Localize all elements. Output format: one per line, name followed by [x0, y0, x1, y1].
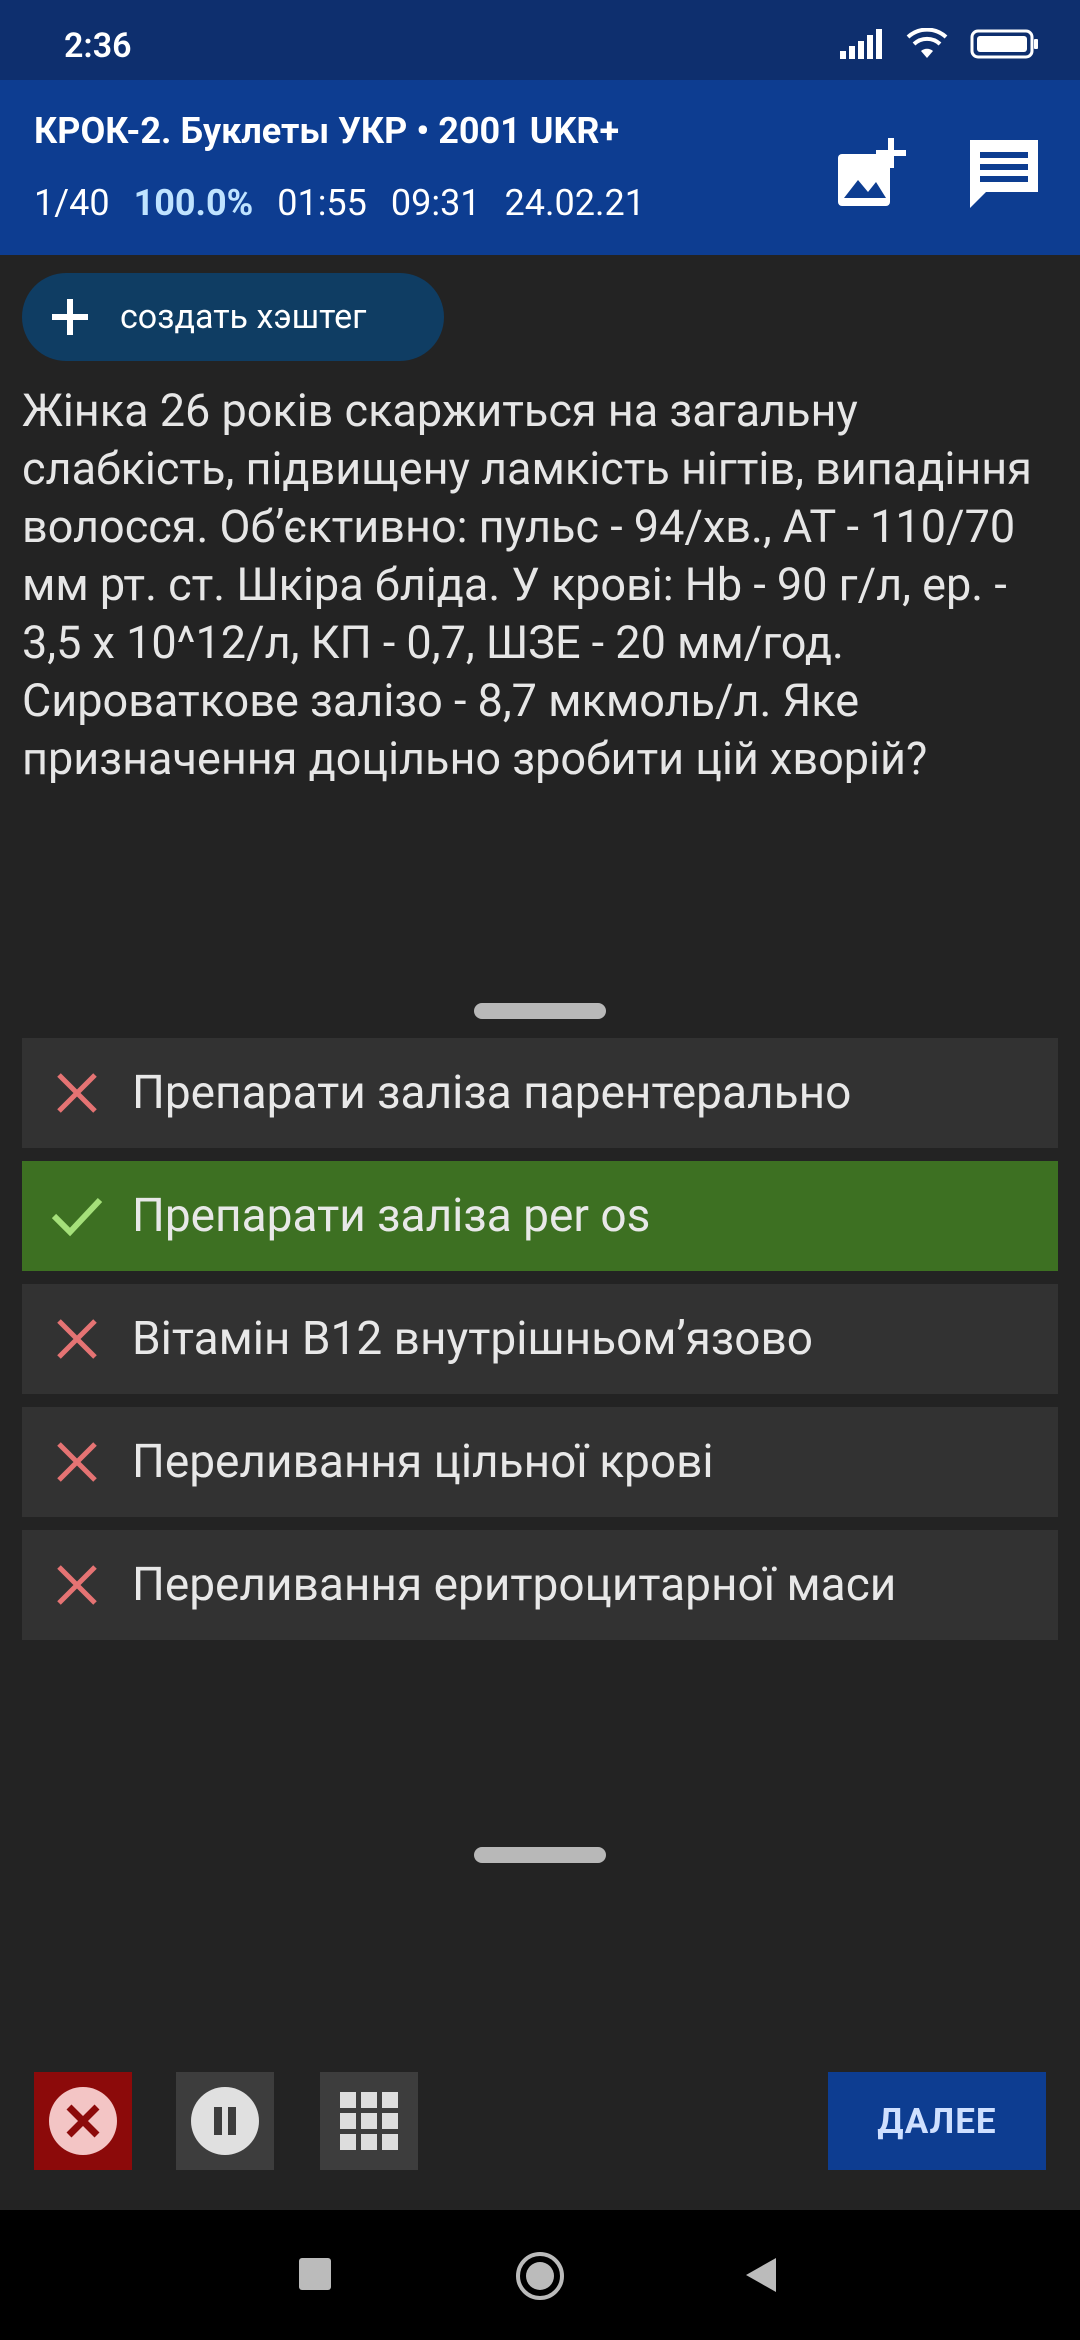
status-bar: 2:36 — [0, 0, 1080, 80]
home-icon[interactable] — [514, 2250, 566, 2302]
status-time: 2:36 — [64, 26, 132, 66]
app-header: КРОК-2. Буклеты УКР • 2001 UKR+ 1/40 100… — [0, 80, 1080, 255]
exit-button[interactable] — [34, 2072, 132, 2170]
pause-icon — [191, 2087, 259, 2155]
wrong-mark — [22, 1038, 132, 1148]
battery-icon — [970, 29, 1038, 59]
answer-option[interactable]: Вітамін В12 внутрішньом’язово — [22, 1284, 1058, 1394]
total-timer: 09:31 — [390, 182, 481, 224]
plus-icon — [52, 299, 88, 335]
question-text: Жінка 26 років скаржиться на загальну сл… — [22, 384, 1032, 785]
close-icon — [57, 1319, 97, 1359]
comment-icon — [970, 140, 1038, 208]
create-hashtag-label: создать хэштег — [120, 297, 367, 337]
answer-option[interactable]: Препарати заліза парентерально — [22, 1038, 1058, 1148]
system-nav-bar — [0, 2210, 1080, 2340]
drag-handle-top[interactable] — [474, 1003, 606, 1019]
wrong-mark — [22, 1284, 132, 1394]
status-icons — [840, 24, 1040, 64]
close-circle-icon — [49, 2087, 117, 2155]
answer-text: Переливання еритроцитарної маси — [132, 1558, 897, 1612]
answer-option-correct[interactable]: Препарати заліза per os — [22, 1161, 1058, 1271]
test-date: 24.02.21 — [504, 182, 645, 224]
close-icon — [57, 1442, 97, 1482]
next-button[interactable]: ДАЛЕЕ — [828, 2072, 1046, 2170]
grid-icon — [340, 2092, 398, 2150]
comments-button[interactable] — [956, 126, 1052, 222]
test-stats: 1/40 100.0% 01:55 09:31 24.02.21 — [34, 182, 645, 224]
wrong-mark — [22, 1407, 132, 1517]
back-icon[interactable] — [744, 2256, 778, 2294]
correct-mark — [22, 1161, 132, 1271]
answer-option[interactable]: Переливання цільної крові — [22, 1407, 1058, 1517]
question-grid-button[interactable] — [320, 2072, 418, 2170]
page-title: КРОК-2. Буклеты УКР • 2001 UKR+ — [34, 110, 620, 152]
answer-text: Препарати заліза per os — [132, 1189, 651, 1243]
question-timer: 01:55 — [277, 182, 367, 224]
create-hashtag-button[interactable]: создать хэштег — [22, 273, 444, 361]
signal-icon — [840, 29, 882, 59]
drag-handle-bottom[interactable] — [474, 1847, 606, 1863]
wrong-mark — [22, 1530, 132, 1640]
recents-icon[interactable] — [299, 2258, 331, 2290]
close-icon — [57, 1073, 97, 1113]
add-image-icon — [838, 138, 906, 206]
question-progress: 1/40 — [34, 182, 110, 224]
score-percent: 100.0% — [133, 182, 254, 224]
pause-button[interactable] — [176, 2072, 274, 2170]
close-icon — [57, 1565, 97, 1605]
check-icon — [51, 1197, 103, 1237]
answer-text: Переливання цільної крові — [132, 1435, 714, 1489]
answer-text: Препарати заліза парентерально — [132, 1066, 852, 1120]
add-image-button[interactable] — [824, 126, 920, 222]
answer-option[interactable]: Переливання еритроцитарної маси — [22, 1530, 1058, 1640]
wifi-icon — [906, 28, 948, 58]
answer-text: Вітамін В12 внутрішньом’язово — [132, 1312, 814, 1366]
